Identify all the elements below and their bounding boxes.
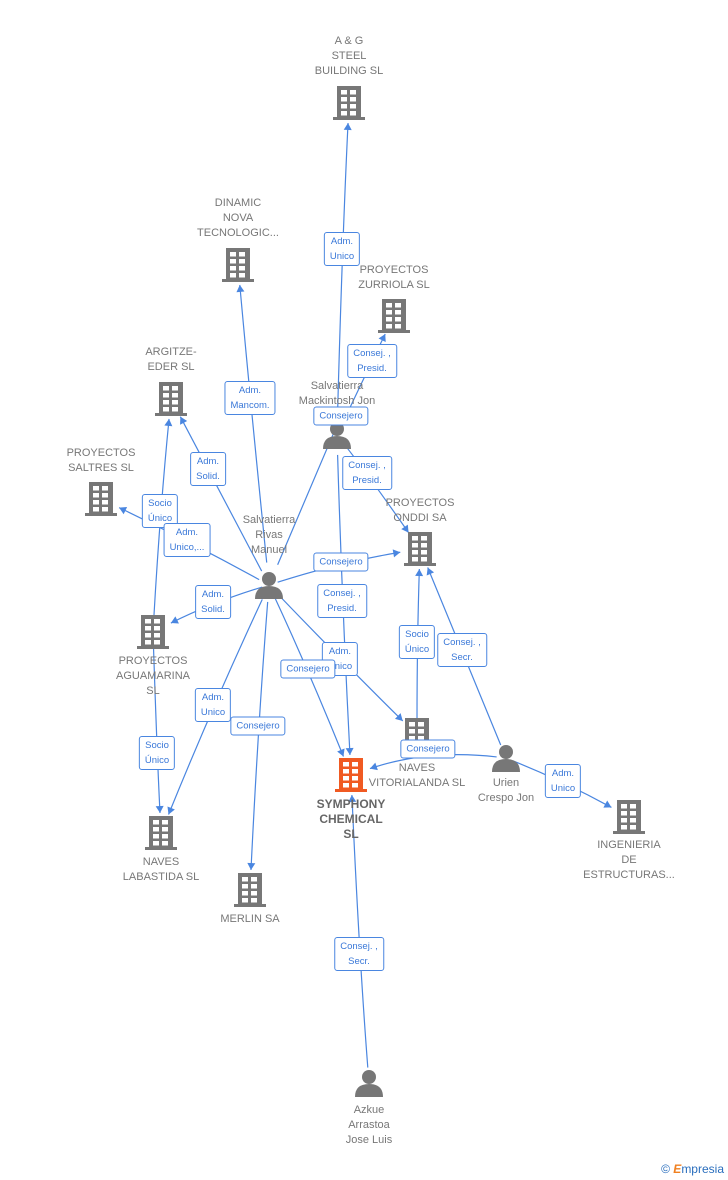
- arrowhead: [164, 418, 173, 427]
- node-label-azkue[interactable]: Azkue Arrastoa Jose Luis: [346, 1103, 392, 1148]
- building-icon[interactable]: [155, 382, 187, 416]
- copyright-symbol: ©: [661, 1162, 670, 1176]
- edge-label[interactable]: Adm. Solid.: [195, 585, 231, 619]
- arrowhead: [236, 284, 245, 293]
- node-label-aguamarina[interactable]: PROYECTOS AGUAMARINA SL: [116, 654, 190, 699]
- node-label-dinamic[interactable]: DINAMIC NOVA TECNOLOGIC...: [197, 196, 279, 241]
- building-icon[interactable]: [613, 800, 645, 834]
- node-label-mackintosh[interactable]: Salvatierra Mackintosh Jon: [299, 379, 375, 409]
- edge-label[interactable]: Consejero: [313, 552, 369, 572]
- node-label-manuel[interactable]: Salvatierra Rivas Manuel: [243, 513, 296, 558]
- edge-label[interactable]: Adm. Mancom.: [224, 381, 276, 415]
- main-company-icon[interactable]: [335, 758, 367, 792]
- node-label-labastida[interactable]: NAVES LABASTIDA SL: [123, 855, 199, 885]
- node-label-ingenieria[interactable]: INGENIERIA DE ESTRUCTURAS...: [583, 838, 675, 883]
- building-icon[interactable]: [85, 482, 117, 516]
- building-icon[interactable]: [378, 299, 410, 333]
- edge-label[interactable]: Consejero: [313, 406, 369, 426]
- edge-label[interactable]: Consej. , Secr.: [334, 937, 384, 971]
- arrowhead: [155, 805, 164, 814]
- building-icon[interactable]: [234, 873, 266, 907]
- node-label-naves[interactable]: NAVES VITORIALANDA SL: [369, 761, 465, 791]
- footer-brand: © Empresia: [661, 1162, 724, 1176]
- building-icon[interactable]: [137, 615, 169, 649]
- node-label-argitze[interactable]: ARGITZE- EDER SL: [145, 345, 196, 375]
- person-icon[interactable]: [323, 422, 351, 449]
- edge-label[interactable]: Adm. Solid.: [190, 452, 226, 486]
- person-icon[interactable]: [255, 572, 283, 599]
- building-icon[interactable]: [404, 532, 436, 566]
- edge-label[interactable]: Socio Único: [398, 625, 436, 659]
- edge-label[interactable]: Consej. , Secr.: [437, 633, 487, 667]
- building-icon[interactable]: [333, 86, 365, 120]
- edge-label[interactable]: Consej. , Presid.: [342, 456, 392, 490]
- edge-label[interactable]: Adm. Unico: [323, 232, 361, 266]
- building-icon[interactable]: [222, 248, 254, 282]
- person-icon[interactable]: [492, 745, 520, 772]
- edge-label[interactable]: Socio Único: [138, 736, 176, 770]
- node-label-ag[interactable]: A & G STEEL BUILDING SL: [315, 34, 383, 79]
- node-label-merlin[interactable]: MERLIN SA: [220, 912, 279, 927]
- edge-label[interactable]: Adm. Unico: [194, 688, 232, 722]
- person-icon[interactable]: [355, 1070, 383, 1097]
- edge-label[interactable]: Adm. Unico,...: [163, 523, 211, 557]
- edge-label[interactable]: Adm. Unico: [544, 764, 582, 798]
- arrowhead: [345, 747, 354, 756]
- building-icon[interactable]: [145, 816, 177, 850]
- edge-label[interactable]: Consejero: [230, 716, 286, 736]
- edge-manuel-merlin: [250, 601, 269, 871]
- arrowhead: [247, 862, 256, 871]
- arrowhead: [415, 568, 424, 577]
- edge-label[interactable]: Consej. , Presid.: [317, 584, 367, 618]
- edge-label[interactable]: Consejero: [280, 659, 336, 679]
- node-label-urien[interactable]: Urien Crespo Jon: [478, 776, 534, 806]
- node-label-saltres[interactable]: PROYECTOS SALTRES SL: [67, 446, 136, 476]
- edge-label[interactable]: Consej. , Presid.: [347, 344, 397, 378]
- node-label-onddi[interactable]: PROYECTOS ONDDI SA: [386, 496, 455, 526]
- edge-label[interactable]: Consejero: [400, 739, 456, 759]
- arrowhead: [343, 122, 352, 131]
- brand-logo-text: mpresia: [681, 1162, 724, 1176]
- node-label-symphony[interactable]: SYMPHONY CHEMICAL SL: [317, 797, 386, 842]
- node-label-zurriola[interactable]: PROYECTOS ZURRIOLA SL: [358, 263, 430, 293]
- arrowhead: [392, 549, 401, 558]
